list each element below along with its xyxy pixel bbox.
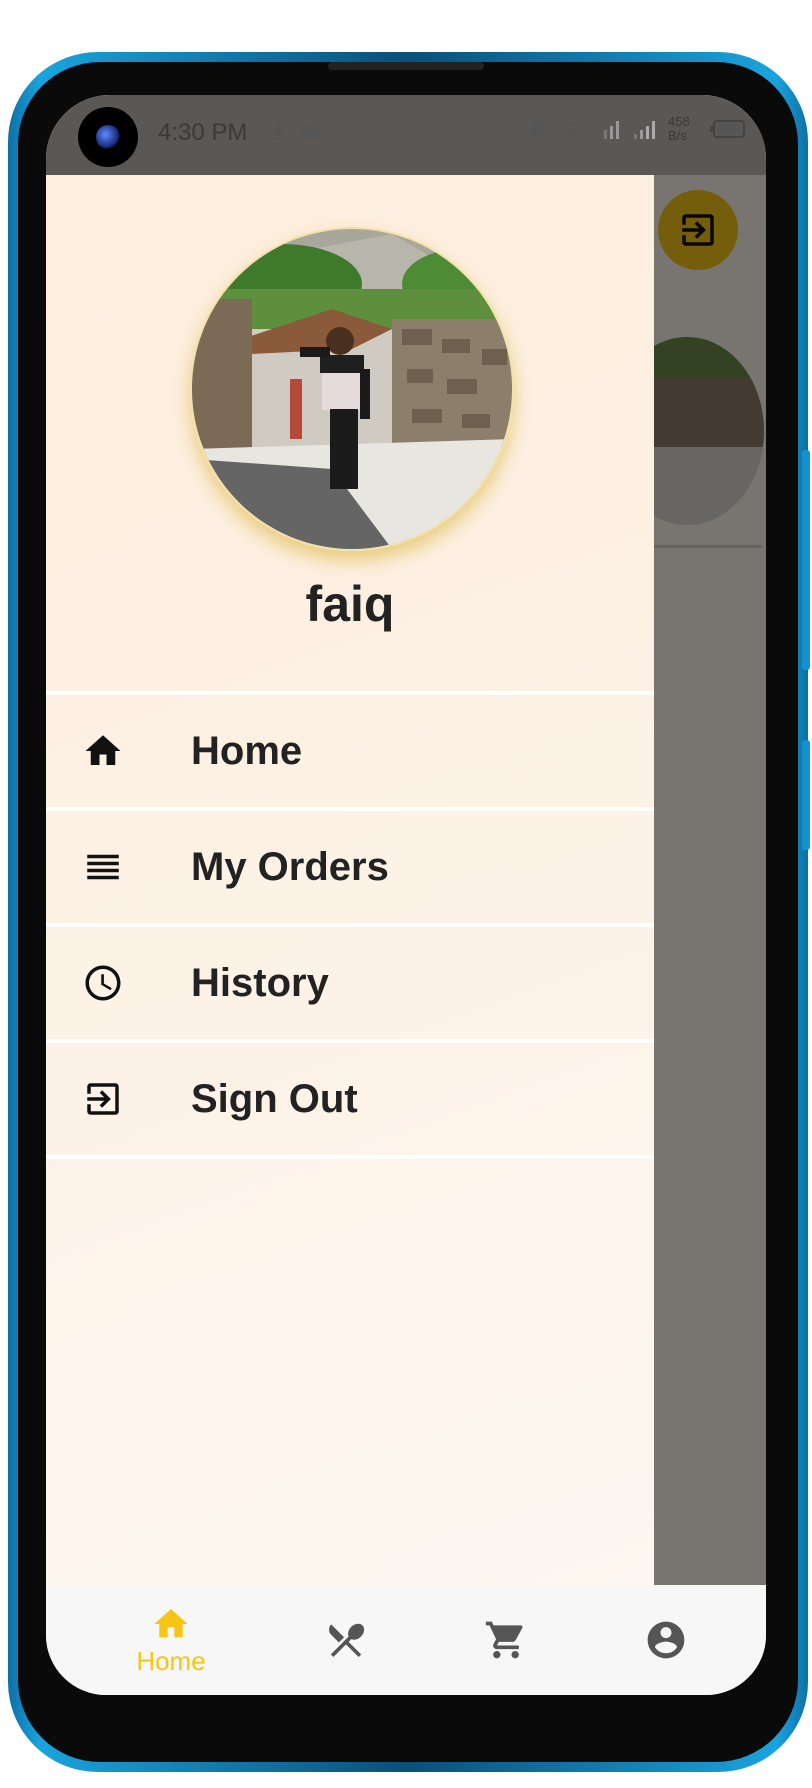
- status-time: 4:30 PM: [158, 119, 248, 146]
- drawer-item-label: Home: [191, 728, 303, 773]
- profile-photo: [192, 229, 512, 549]
- divider: [46, 1155, 654, 1159]
- home-icon: [154, 1608, 188, 1637]
- cutlery-icon: [329, 1623, 365, 1658]
- user-name: faiq: [305, 576, 395, 632]
- status-icons: 458 B/s: [526, 115, 746, 143]
- clock-icon: [82, 962, 124, 1004]
- drawer-item-label: Sign Out: [191, 1076, 358, 1121]
- screen: 4:30 PM 458 B/s faiq Home My Orders Hist…: [46, 95, 766, 1695]
- nav-home[interactable]: Home: [116, 1585, 226, 1695]
- net-speed-value: 458: [668, 114, 690, 129]
- mute-icon: [530, 119, 547, 139]
- sign-out-icon: [82, 1078, 124, 1120]
- status-bar: 4:30 PM 458 B/s: [46, 95, 766, 175]
- cloud-icon: [299, 124, 321, 140]
- nav-account[interactable]: [616, 1585, 716, 1695]
- drawer-item-label: History: [191, 960, 329, 1005]
- volume-button: [802, 450, 810, 670]
- account-icon: [647, 1621, 685, 1659]
- drawer-item-history[interactable]: History: [46, 927, 654, 1039]
- net-speed-unit: B/s: [668, 128, 687, 143]
- nav-menu[interactable]: [296, 1585, 396, 1695]
- power-button: [802, 740, 810, 850]
- front-camera: [78, 107, 138, 167]
- upload-icon: [272, 123, 286, 140]
- list-icon: [82, 846, 124, 888]
- wifi-icon: [562, 122, 584, 137]
- signal-icon: [634, 121, 655, 139]
- drawer-item-my-orders[interactable]: My Orders: [46, 811, 654, 923]
- bottom-navigation: Home: [46, 1585, 766, 1695]
- drawer-item-home[interactable]: Home: [46, 695, 654, 807]
- earpiece-speaker: [328, 62, 484, 70]
- home-icon: [82, 730, 124, 772]
- drawer-item-sign-out[interactable]: Sign Out: [46, 1043, 654, 1155]
- navigation-drawer: faiq Home My Orders History Sign Out: [46, 175, 654, 1585]
- net-speed: 458 B/s: [668, 115, 700, 143]
- nav-home-label: Home: [136, 1645, 206, 1676]
- drawer-item-label: My Orders: [191, 844, 389, 889]
- nav-cart[interactable]: [456, 1585, 556, 1695]
- signal-icon: [598, 121, 619, 139]
- avatar[interactable]: [190, 227, 514, 551]
- battery-icon: [710, 120, 745, 138]
- cart-icon: [485, 1621, 523, 1659]
